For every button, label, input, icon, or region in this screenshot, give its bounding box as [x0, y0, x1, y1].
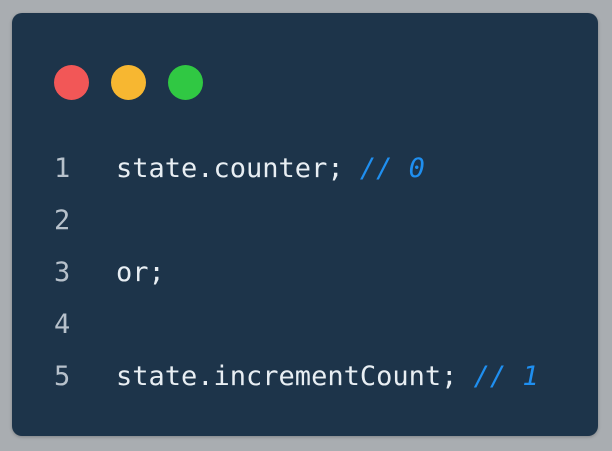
- line-number: 2: [54, 205, 71, 236]
- line-number: 1: [54, 153, 71, 184]
- code-line: 5 state.incrementCount; // 1: [54, 351, 539, 403]
- code-text: state.counter;: [116, 153, 360, 184]
- code-comment: // 0: [359, 153, 425, 184]
- code-line: 3 or;: [54, 247, 539, 299]
- line-number: 4: [54, 309, 71, 340]
- line-number: 5: [54, 361, 71, 392]
- window-controls: [54, 65, 203, 100]
- code-line: 1 state.counter; // 0: [54, 143, 539, 195]
- code-window: 1 state.counter; // 0 2 3 or; 4 5 state.…: [12, 13, 598, 436]
- code-text: state.incrementCount;: [116, 361, 474, 392]
- close-button[interactable]: [54, 65, 89, 100]
- code-block: 1 state.counter; // 0 2 3 or; 4 5 state.…: [54, 143, 539, 403]
- line-number: 3: [54, 257, 71, 288]
- minimize-button[interactable]: [111, 65, 146, 100]
- maximize-button[interactable]: [168, 65, 203, 100]
- code-text: or;: [116, 257, 165, 288]
- code-line: 4: [54, 299, 539, 351]
- code-comment: // 1: [473, 361, 539, 392]
- code-line: 2: [54, 195, 539, 247]
